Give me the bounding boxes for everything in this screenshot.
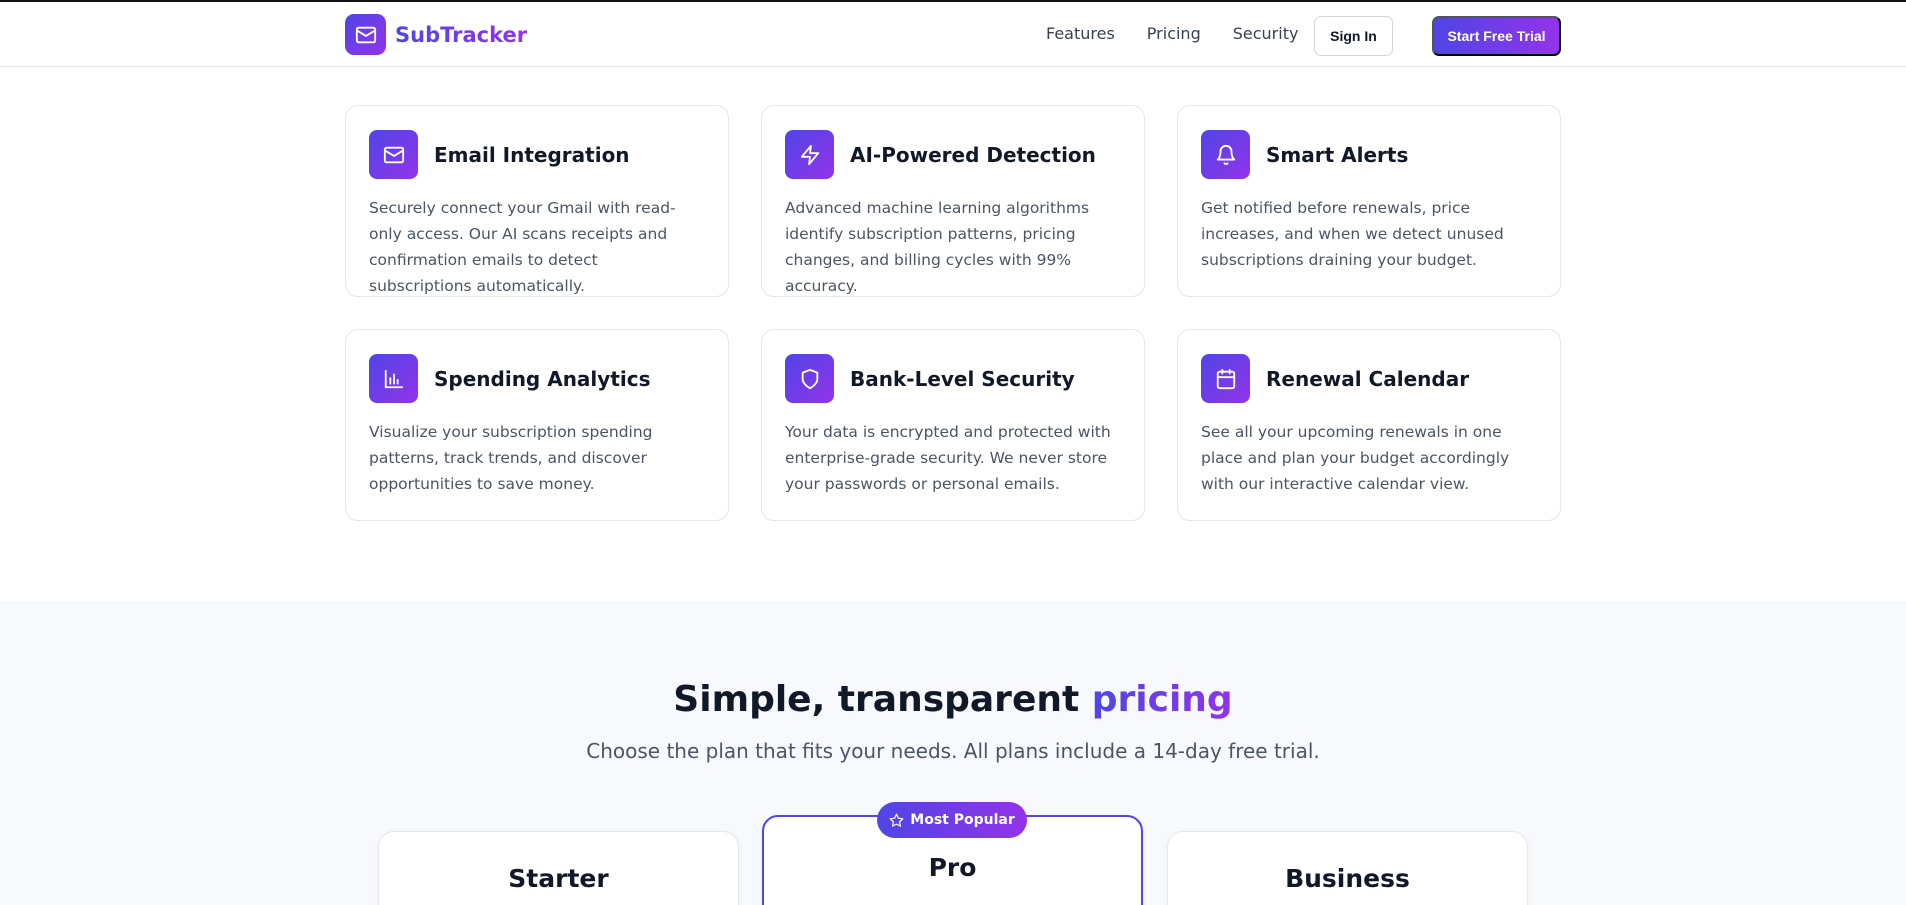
plan-name: Business — [1285, 864, 1410, 893]
star-icon — [889, 813, 904, 827]
feature-card-renewal-calendar: Renewal Calendar See all your upcoming r… — [1177, 329, 1561, 521]
plan-name: Pro — [928, 853, 977, 882]
feature-title: Email Integration — [434, 142, 630, 167]
bell-icon — [1201, 130, 1250, 179]
features-grid: Email Integration Securely connect your … — [345, 105, 1561, 521]
start-free-trial-button[interactable]: Start Free Trial — [1432, 16, 1561, 56]
brand[interactable]: SubTracker — [345, 14, 527, 55]
pricing-subtitle: Choose the plan that fits your needs. Al… — [586, 739, 1320, 763]
shield-icon — [785, 354, 834, 403]
feature-description: Get notified before renewals, price incr… — [1201, 199, 1504, 269]
feature-description: Securely connect your Gmail with read-on… — [369, 199, 676, 295]
feature-title: AI-Powered Detection — [850, 142, 1096, 167]
most-popular-badge: Most Popular — [877, 802, 1027, 838]
plan-name: Starter — [508, 864, 609, 893]
nav-link-security[interactable]: Security — [1233, 24, 1299, 43]
mail-icon — [369, 130, 418, 179]
feature-title: Renewal Calendar — [1266, 366, 1470, 391]
feature-title: Bank-Level Security — [850, 366, 1075, 391]
plan-card-starter[interactable]: Starter — [378, 831, 739, 905]
pricing-section: Simple, transparent pricing Choose the p… — [0, 601, 1906, 905]
brand-name: SubTracker — [395, 22, 528, 47]
plan-card-business[interactable]: Business — [1167, 831, 1528, 905]
feature-title: Smart Alerts — [1266, 142, 1409, 167]
feature-description: Advanced machine learning algorithms ide… — [785, 199, 1090, 295]
feature-card-bank-security: Bank-Level Security Your data is encrypt… — [761, 329, 1145, 521]
nav-link-features[interactable]: Features — [1046, 24, 1115, 43]
bar-chart-icon — [369, 354, 418, 403]
nav-links: Features Pricing Security — [1046, 24, 1298, 43]
feature-title: Spending Analytics — [434, 366, 651, 391]
feature-description: Your data is encrypted and protected wit… — [785, 423, 1111, 493]
calendar-icon — [1201, 354, 1250, 403]
badge-label: Most Popular — [910, 812, 1015, 828]
lightning-icon — [785, 130, 834, 179]
pricing-title-accent: pricing — [1091, 679, 1233, 720]
feature-card-email-integration: Email Integration Securely connect your … — [345, 105, 729, 297]
sign-in-button[interactable]: Sign In — [1314, 16, 1393, 56]
feature-card-smart-alerts: Smart Alerts Get notified before renewal… — [1177, 105, 1561, 297]
feature-description: See all your upcoming renewals in one pl… — [1201, 423, 1510, 493]
top-navbar: SubTracker Features Pricing Security Sig… — [0, 0, 1906, 67]
mail-icon — [345, 14, 386, 55]
nav-link-pricing[interactable]: Pricing — [1147, 24, 1201, 43]
feature-card-ai-detection: AI-Powered Detection Advanced machine le… — [761, 105, 1145, 297]
pricing-title-main: Simple, transparent — [673, 679, 1092, 720]
feature-description: Visualize your subscription spending pat… — [369, 423, 653, 493]
pricing-title: Simple, transparent pricing — [0, 679, 1906, 720]
feature-card-spending-analytics: Spending Analytics Visualize your subscr… — [345, 329, 729, 521]
